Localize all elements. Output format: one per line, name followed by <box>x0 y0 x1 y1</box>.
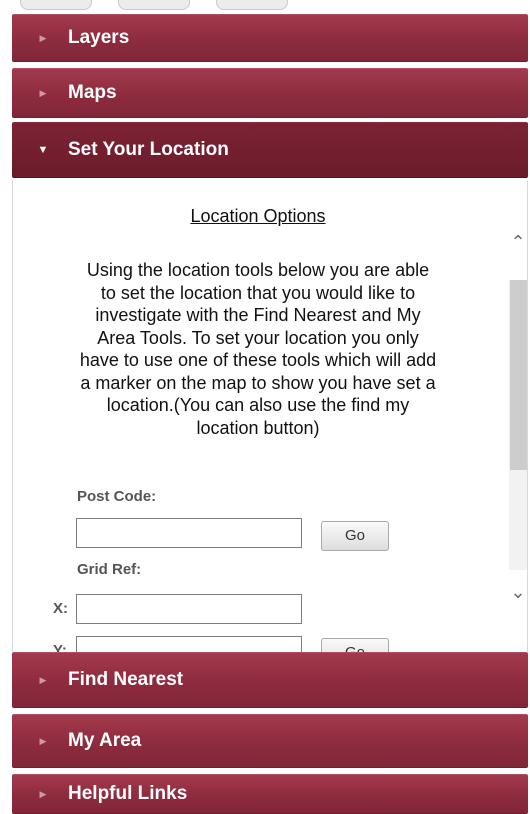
post-code-go-button[interactable]: Go <box>321 521 389 551</box>
accordion-header-my-area[interactable]: ▶ My Area <box>12 714 528 768</box>
toolbar-tab[interactable] <box>118 0 190 10</box>
accordion-header-label: Helpful Links <box>68 783 188 804</box>
accordion-header-label: Maps <box>68 82 117 103</box>
triangle-down-icon: ▼ <box>37 143 49 156</box>
post-code-label: Post Code: <box>77 488 157 505</box>
triangle-right-icon: ▶ <box>39 32 47 43</box>
accordion-header-label: My Area <box>68 730 142 751</box>
chevron-down-icon[interactable]: ⌄ <box>507 582 527 602</box>
accordion-header-label: Layers <box>68 27 130 48</box>
scrollbar: ⌃ ⌄ <box>505 180 527 652</box>
grid-ref-x-label: X: <box>53 600 68 617</box>
chevron-up-icon[interactable]: ⌃ <box>507 232 527 252</box>
intro-line: to set the location that you would like … <box>100 282 416 303</box>
triangle-right-icon: ▶ <box>39 788 47 799</box>
toolbar-tab[interactable] <box>216 0 288 10</box>
grid-ref-label: Grid Ref: <box>77 561 142 578</box>
set-location-panel: Location Options Using the location tool… <box>12 180 528 652</box>
triangle-right-icon: ▶ <box>39 87 47 98</box>
post-code-input[interactable] <box>76 518 302 548</box>
intro-line: investigate with the Find Nearest and My <box>95 305 421 325</box>
grid-ref-y-input[interactable] <box>76 636 302 652</box>
accordion-header-label: Set Your Location <box>68 139 229 160</box>
accordion-header-set-location[interactable]: ▼ Set Your Location <box>12 122 528 178</box>
intro-line: a marker on the map to show you have set… <box>80 372 436 393</box>
intro-line: Using the location tools below you are a… <box>86 260 430 280</box>
intro-line: have to use one of these tools which wil… <box>79 350 437 370</box>
accordion-header-label: Find Nearest <box>68 669 184 690</box>
grid-ref-y-label: Y: <box>53 642 67 652</box>
accordion-header-find-nearest[interactable]: ▶ Find Nearest <box>12 652 528 708</box>
intro-line: location.(You can also use the find my <box>106 395 410 415</box>
accordion-header-maps[interactable]: ▶ Maps <box>12 68 528 118</box>
intro-line: Area Tools. To set your location you onl… <box>97 327 419 348</box>
accordion-header-helpful-links[interactable]: ▶ Helpful Links <box>12 774 528 814</box>
triangle-right-icon: ▶ <box>39 674 47 685</box>
grid-ref-go-button[interactable]: Go <box>321 638 389 652</box>
top-toolbar-remnant <box>0 0 530 12</box>
grid-ref-x-input[interactable] <box>76 594 302 624</box>
location-options-title: Location Options <box>190 206 326 226</box>
triangle-right-icon: ▶ <box>39 735 47 746</box>
location-intro-text: Using the location tools below you are a… <box>19 259 497 439</box>
page: ▶ Layers ▶ Maps ▼ Set Your Location Loca… <box>0 0 530 814</box>
accordion-header-layers[interactable]: ▶ Layers <box>12 14 528 62</box>
toolbar-tab[interactable] <box>20 0 92 10</box>
intro-line: location button) <box>196 417 320 438</box>
